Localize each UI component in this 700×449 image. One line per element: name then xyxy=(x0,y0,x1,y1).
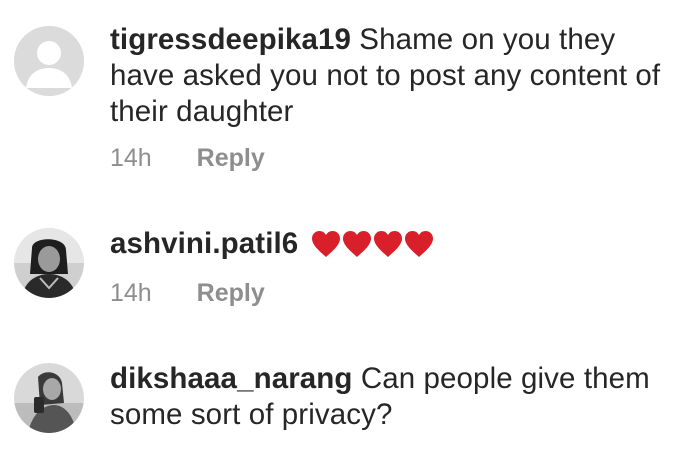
profile-photo xyxy=(14,363,84,433)
profile-photo xyxy=(14,228,84,298)
reply-button[interactable]: Reply xyxy=(197,278,265,308)
reply-button[interactable]: Reply xyxy=(197,143,265,173)
hearts-emoji xyxy=(311,230,435,267)
comment-text: tigressdeepika19 Shame on you they have … xyxy=(110,22,692,130)
user-avatar[interactable] xyxy=(14,363,84,433)
comment-text: dikshaaa_narang Can people give them som… xyxy=(110,361,692,433)
comment-text-line xyxy=(298,227,306,260)
comment-timestamp: 14h xyxy=(110,279,152,307)
comment-text-line: Shame on you they xyxy=(351,23,616,56)
default-avatar[interactable] xyxy=(14,26,84,96)
user-avatar[interactable] xyxy=(14,228,84,298)
comment-text-line: their daughter xyxy=(110,95,294,128)
comment-text-line: Can people give them xyxy=(352,362,650,395)
comment-username[interactable]: tigressdeepika19 xyxy=(110,23,351,56)
red-heart-icon xyxy=(311,231,340,257)
comment-timestamp: 14h xyxy=(110,144,152,172)
red-heart-icon xyxy=(404,231,433,257)
comment-text-line: have asked you not to post any content o… xyxy=(110,59,661,92)
comment-username[interactable]: dikshaaa_narang xyxy=(110,362,353,395)
comment-username[interactable]: ashvini.patil6 xyxy=(110,227,298,260)
default-avatar-icon xyxy=(14,26,84,96)
comment-text-line: some sort of privacy? xyxy=(110,398,393,431)
comment-text: ashvini.patil6 xyxy=(110,226,692,267)
red-heart-icon xyxy=(342,231,371,257)
comment-meta: 14h Reply xyxy=(110,278,265,308)
red-heart-icon xyxy=(373,231,402,257)
comment-meta: 14h Reply xyxy=(110,143,265,173)
